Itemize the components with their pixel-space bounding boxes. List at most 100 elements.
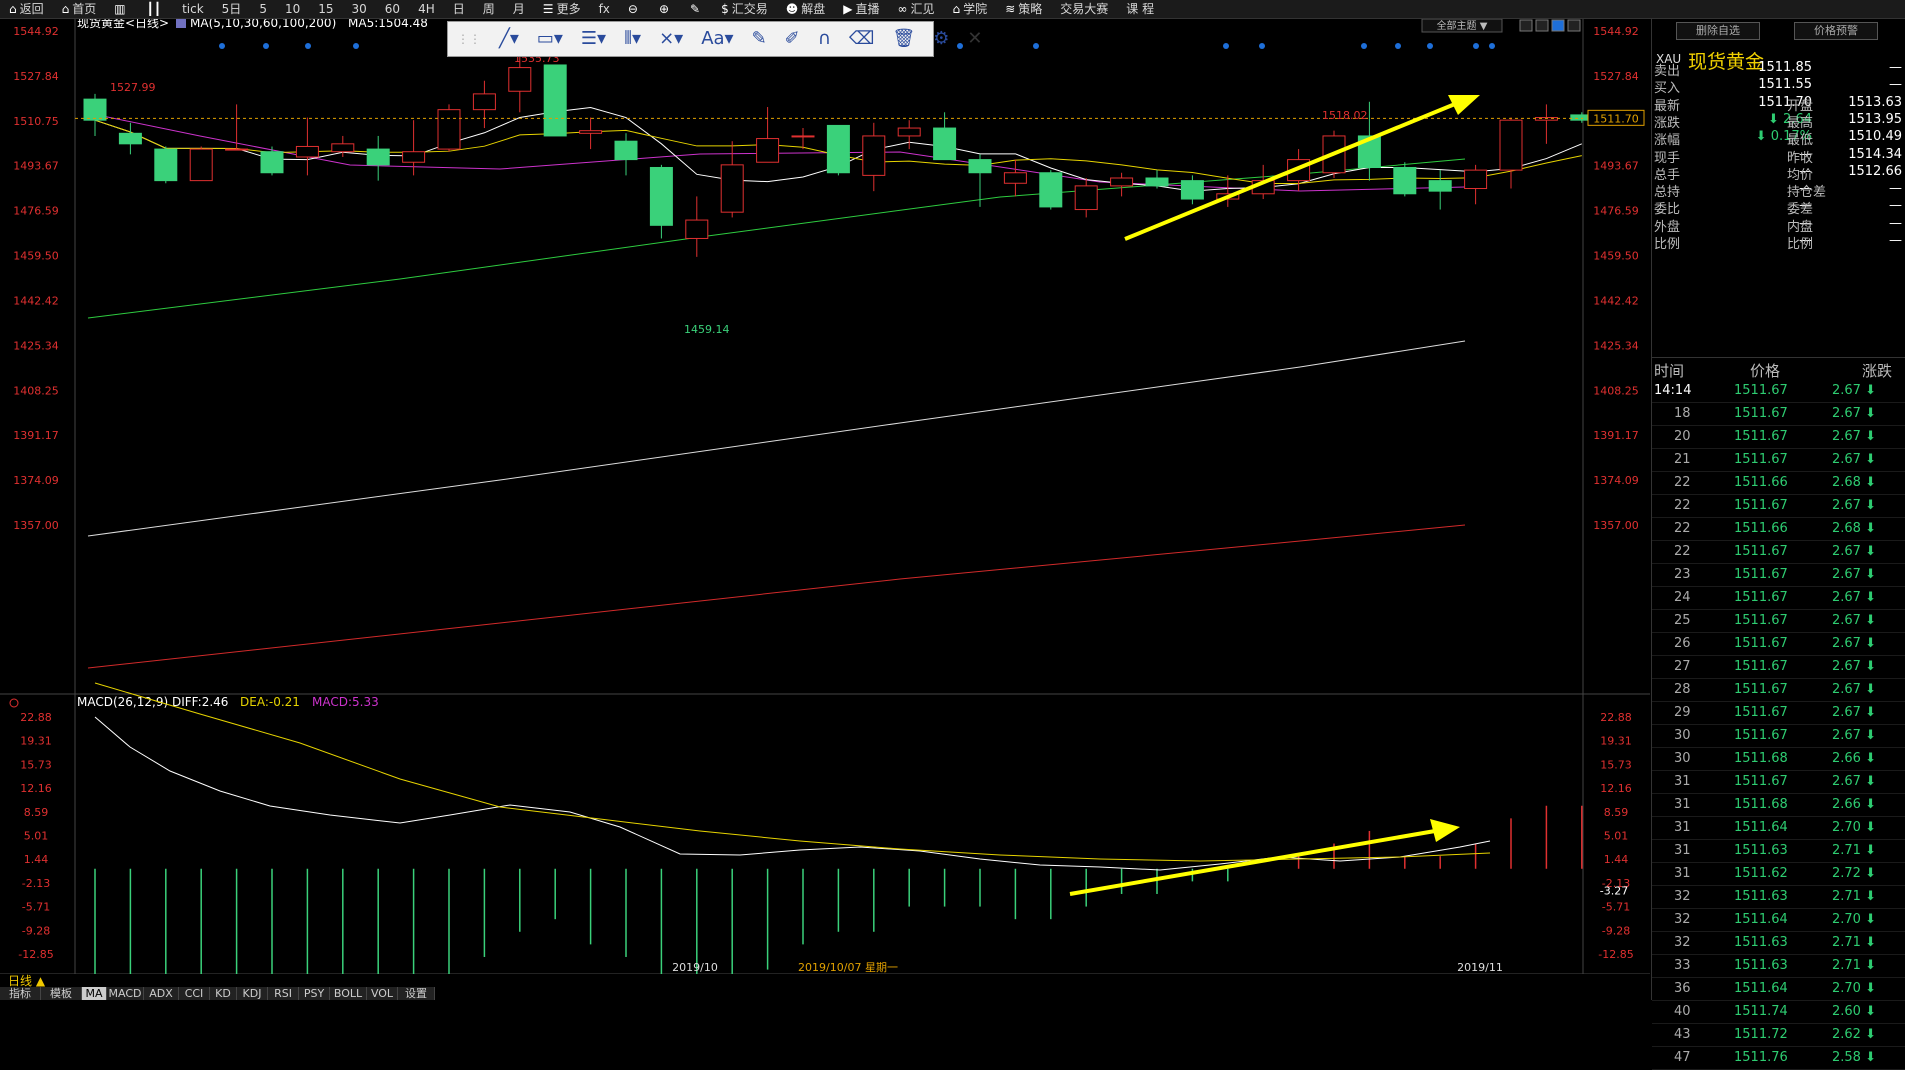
tick-row: 18 1511.67 2.67 ⬇ bbox=[1652, 403, 1905, 426]
tick-list[interactable]: 时间 价格 涨跌 14:14 1511.67 2.67 ⬇ 18 1511.67 2.67 ⬇ 2… bbox=[1652, 357, 1905, 1070]
toolbar-item-9[interactable]: 30 bbox=[343, 0, 376, 18]
channel-tool-icon[interactable]: ⦀▾ bbox=[615, 22, 650, 56]
toolbar-item-21[interactable]: ☻ 解盘 bbox=[777, 0, 835, 18]
toolbar-item-24[interactable]: ⌂ 学院 bbox=[944, 0, 997, 18]
candle-body bbox=[685, 219, 709, 239]
toolbar-item-label: 返回 bbox=[19, 2, 44, 16]
toolbar-item-23[interactable]: ∞ 汇见 bbox=[889, 0, 944, 18]
gear-icon[interactable]: ⚙ bbox=[924, 22, 958, 56]
quote-label: 涨跌 bbox=[1654, 115, 1681, 131]
tick-price: 1511.67 bbox=[1734, 498, 1788, 513]
toolbar-item-1[interactable]: ⌂ 首页 bbox=[53, 0, 106, 18]
delete-watchlist-button[interactable]: 删除自选 bbox=[1676, 22, 1760, 40]
tick-price: 1511.67 bbox=[1734, 429, 1788, 444]
toolbar-item-18[interactable]: ⊕ bbox=[650, 0, 681, 18]
toolbar-item-10[interactable]: 60 bbox=[376, 0, 409, 18]
toolbar-item-3[interactable]: ┃┃ bbox=[138, 0, 173, 18]
zoom-in-icon: ⊕ bbox=[658, 2, 670, 16]
toolbar-item-22[interactable]: ▶ 直播 bbox=[834, 0, 888, 18]
tick-change: 2.66 ⬇ bbox=[1832, 751, 1876, 766]
tick-change: 2.67 ⬇ bbox=[1832, 728, 1876, 743]
tick-row: 26 1511.67 2.67 ⬇ bbox=[1652, 633, 1905, 656]
tick-change: 2.72 ⬇ bbox=[1832, 866, 1876, 881]
candle-body bbox=[933, 127, 957, 161]
indicator-tab-psy[interactable]: PSY bbox=[299, 987, 330, 1000]
quote-value: 1511.85 bbox=[1758, 60, 1812, 75]
toolbar-item-12[interactable]: 日 bbox=[444, 0, 474, 18]
annotation-high1: 1527.99 bbox=[110, 81, 156, 94]
price-axis-label-right: 1391.17 bbox=[1593, 429, 1639, 442]
toolbar-item-4[interactable]: tick bbox=[173, 0, 213, 18]
drag-handle-icon[interactable]: ⋮⋮ bbox=[448, 22, 490, 56]
x-label-cursor: 2019/10/07 星期一 bbox=[798, 961, 898, 974]
indicator-tab-rsi[interactable]: RSI bbox=[268, 987, 299, 1000]
tick-change: 2.67 ⬇ bbox=[1832, 383, 1876, 398]
text-tool-icon[interactable]: Aa▾ bbox=[692, 22, 742, 56]
toolbar-item-8[interactable]: 15 bbox=[309, 0, 342, 18]
line-tool-icon[interactable]: ╱▾ bbox=[490, 22, 528, 56]
magnet-icon[interactable]: ∩ bbox=[809, 22, 840, 56]
eraser-icon[interactable]: ⌫ bbox=[840, 22, 883, 56]
close-icon[interactable]: ✕ bbox=[958, 22, 991, 56]
people-icon: ☻ bbox=[785, 2, 799, 16]
toolbar-item-6[interactable]: 5 bbox=[250, 0, 276, 18]
toolbar-item-25[interactable]: ≋ 策略 bbox=[996, 0, 1051, 18]
period-selector[interactable]: 日线 ▲ bbox=[8, 975, 78, 987]
toolbar-item-13[interactable]: 周 bbox=[474, 0, 504, 18]
indicator-tab-vol[interactable]: VOL bbox=[367, 987, 398, 1000]
toolbar-item-15[interactable]: ☰ 更多 bbox=[534, 0, 590, 18]
quote-value-2: — bbox=[1889, 215, 1902, 231]
fib-tool-icon[interactable]: ☰▾ bbox=[572, 22, 615, 56]
price-axis-label-left: 1527.84 bbox=[13, 70, 59, 83]
macd-axis-label-right: -9.28 bbox=[1602, 924, 1630, 937]
candle-body bbox=[472, 93, 496, 111]
toolbar-item-26[interactable]: 交易大赛 bbox=[1051, 0, 1117, 18]
quote-row: 总持 — 持仓差 — bbox=[1652, 181, 1905, 200]
toolbar-item-label: 30 bbox=[351, 2, 367, 16]
toolbar-item-16[interactable]: fx bbox=[590, 0, 619, 18]
pattern-tool-icon[interactable]: ⨯▾ bbox=[650, 22, 692, 56]
toolbar-item-19[interactable]: ✎ bbox=[681, 0, 712, 18]
candle-body bbox=[1110, 177, 1134, 187]
kline-chart[interactable]: 1544.921544.921527.841527.841510.751510.… bbox=[0, 19, 1650, 974]
toolbar-item-14[interactable]: 月 bbox=[504, 0, 534, 18]
quote-label-2: 均价 bbox=[1787, 167, 1814, 183]
chart-area[interactable]: 1544.921544.921527.841527.841510.751510.… bbox=[0, 19, 1650, 974]
indicator-tab-cci[interactable]: CCI bbox=[179, 987, 210, 1000]
toolbar-item-label: 直播 bbox=[855, 2, 880, 16]
candle-body bbox=[579, 130, 603, 134]
indicator-tab-boll[interactable]: BOLL bbox=[330, 987, 367, 1000]
toolbar-item-20[interactable]: $ 汇交易 bbox=[712, 0, 777, 18]
tick-price: 1511.67 bbox=[1734, 682, 1788, 697]
indicator-tab-设置[interactable]: 设置 bbox=[398, 987, 435, 1000]
tick-row: 27 1511.67 2.67 ⬇ bbox=[1652, 656, 1905, 679]
toolbar-item-7[interactable]: 10 bbox=[276, 0, 309, 18]
indicator-tab-adx[interactable]: ADX bbox=[144, 987, 179, 1000]
indicator-tab-macd[interactable]: MACD bbox=[107, 987, 144, 1000]
marker-dot bbox=[1489, 43, 1495, 49]
indicator-tab-kd[interactable]: KD bbox=[210, 987, 237, 1000]
toolbar-item-27[interactable]: 课 程 bbox=[1117, 0, 1163, 18]
indicator-tab-kdj[interactable]: KDJ bbox=[237, 987, 268, 1000]
quote-row: 总手 — 均价 1512.66 bbox=[1652, 164, 1905, 183]
tick-price: 1511.67 bbox=[1734, 452, 1788, 467]
toolbar-item-0[interactable]: ⌂ 返回 bbox=[0, 0, 53, 18]
price-alert-button[interactable]: 价格预警 bbox=[1794, 22, 1878, 40]
toolbar-item-2[interactable]: ▥ bbox=[105, 0, 137, 18]
indicator-tab-指标[interactable]: 指标 bbox=[0, 987, 41, 1000]
indicator-tab-模板[interactable]: 模板 bbox=[41, 987, 82, 1000]
pencil-icon[interactable]: ✎ bbox=[743, 22, 776, 56]
brush-icon[interactable]: ✐ bbox=[776, 22, 809, 56]
quote-row: 买入 1511.55 — bbox=[1652, 77, 1905, 96]
indicator-tab-ma[interactable]: MA bbox=[82, 987, 107, 1000]
toolbar-item-11[interactable]: 4H bbox=[409, 0, 444, 18]
toolbar-item-17[interactable]: ⊖ bbox=[619, 0, 650, 18]
quote-value-2: — bbox=[1889, 233, 1902, 248]
trash-icon[interactable]: 🗑 bbox=[883, 22, 924, 56]
toolbar-item-5[interactable]: 5日 bbox=[213, 0, 251, 18]
tick-change: 2.71 ⬇ bbox=[1832, 958, 1876, 973]
shape-tool-icon[interactable]: ▭▾ bbox=[528, 22, 572, 56]
candle-body bbox=[862, 135, 886, 176]
marker-dot bbox=[305, 43, 311, 49]
tick-row: 31 1511.67 2.67 ⬇ bbox=[1652, 771, 1905, 794]
